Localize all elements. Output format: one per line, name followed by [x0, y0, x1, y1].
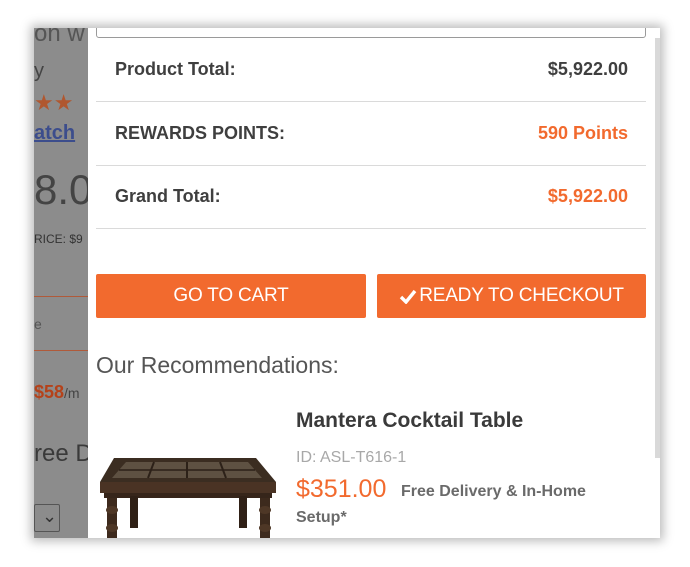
background-monthly-payment: $58/m: [34, 382, 80, 403]
rewards-points-label: REWARDS POINTS:: [115, 123, 286, 143]
background-fragment: y: [34, 60, 44, 82]
background-monthly-unit: /m: [64, 385, 80, 401]
ready-to-checkout-label: READY TO CHECKOUT: [419, 285, 624, 306]
panel-top-field: [96, 28, 646, 38]
background-rating-stars: ★★: [34, 90, 74, 115]
grand-total-value: $5,922.00: [547, 186, 628, 206]
background-monthly-amount: $58: [34, 382, 65, 402]
background-divider: [34, 350, 88, 351]
background-free-delivery: ree D: [34, 440, 93, 467]
product-name-link[interactable]: Mantera Cocktail Table: [296, 409, 523, 433]
rewards-points-row: REWARDS POINTS: 590 Points: [96, 102, 646, 166]
background-original-price: RICE: $9: [34, 232, 83, 246]
recommendations-heading: Our Recommendations:: [96, 352, 339, 378]
product-total-row: Product Total: $5,922.00: [96, 38, 646, 102]
background-fragment-e: e: [34, 316, 42, 332]
background-price-fragment: 8.0: [34, 166, 93, 213]
delivery-note: Free Delivery & In-Home: [401, 483, 586, 500]
cart-summary-panel: Product Total: $5,922.00 REWARDS POINTS:…: [88, 28, 660, 538]
go-to-cart-label: GO TO CART: [173, 285, 289, 306]
product-id: ID: ASL-T616-1: [296, 449, 407, 466]
product-total-value: $5,922.00: [547, 59, 628, 79]
browser-viewport: on w y ★★ atch 8.0 RICE: $9 e $58/m ree …: [34, 28, 660, 538]
check-icon: [400, 289, 417, 304]
scrollbar[interactable]: [655, 38, 660, 458]
product-total-label: Product Total:: [115, 59, 236, 79]
background-divider: [34, 296, 88, 297]
grand-total-row: Grand Total: $5,922.00: [96, 166, 646, 229]
background-link: atch: [34, 122, 76, 144]
delivery-note-continued: Setup*: [296, 509, 347, 526]
background-page: on w y ★★ atch 8.0 RICE: $9 e $58/m ree …: [34, 28, 93, 538]
product-image[interactable]: [96, 448, 281, 538]
rewards-points-value: 590 Points: [537, 123, 628, 143]
go-to-cart-button[interactable]: GO TO CART: [96, 274, 366, 318]
product-price: $351.00: [296, 475, 387, 503]
chevron-down-icon: ⌄: [42, 506, 58, 526]
background-title-fragment: on w: [34, 28, 85, 47]
grand-total-label: Grand Total:: [115, 186, 221, 206]
cocktail-table-image: [100, 458, 276, 538]
ready-to-checkout-button[interactable]: READY TO CHECKOUT: [377, 274, 646, 318]
